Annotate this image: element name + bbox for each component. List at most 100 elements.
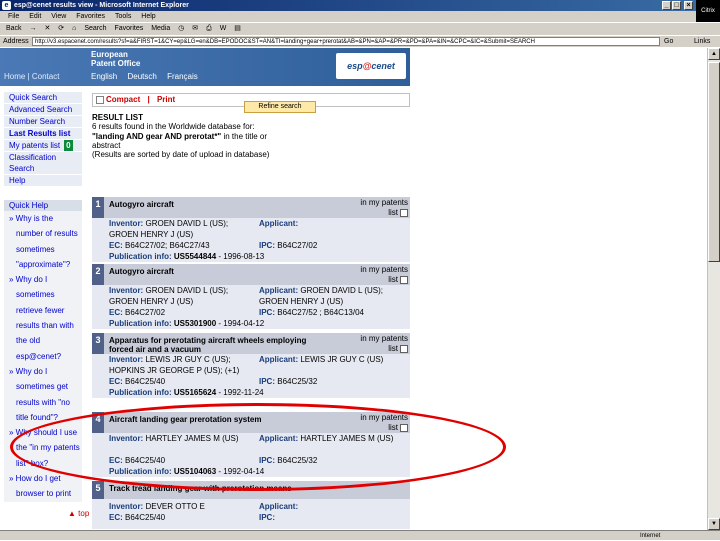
maximize-button[interactable]: □ [672,1,681,10]
page-viewport: Home | Contact European Patent Office En… [0,48,707,530]
search-button[interactable]: Search [84,25,106,32]
scroll-up-arrow-icon[interactable]: ▲ [708,48,720,60]
scroll-down-arrow-icon[interactable]: ▼ [708,518,720,530]
in-my-patents-checkbox[interactable] [400,275,408,284]
result-title-link[interactable]: Autogyro aircraft [109,267,329,276]
in-my-patents-toggle: in my patents list [340,198,408,218]
menu-edit[interactable]: Edit [29,13,41,20]
vertical-scrollbar[interactable]: ▲ ▼ [707,48,720,530]
pubinfo-label: Publication info: [109,319,172,328]
publication-number-link[interactable]: US5544844 [174,252,216,261]
address-input[interactable]: http://v3.espacenet.com/results?sf=a&FIR… [32,37,660,46]
inventor-field: Inventor: GROEN DAVID L (US); GROEN HENR… [109,285,257,307]
history-button[interactable]: ◷ [178,25,184,32]
discuss-button[interactable]: ▤ [234,25,241,32]
mail-button[interactable]: ✉ [192,25,198,32]
toolbar-separator: | [147,95,150,104]
inventor-field: Inventor: GROEN DAVID L (US); GROEN HENR… [109,218,257,240]
logo-prefix: esp [347,61,363,71]
epo-name: European Patent Office [91,50,140,68]
result-list-title: RESULT LIST [92,113,143,122]
browser-toolbar: Back → ✕ ⟳ ⌂ Search Favorites Media ◷ ✉ … [0,22,720,35]
publication-number-link[interactable]: US5301900 [174,319,216,328]
favorites-button[interactable]: Favorites [114,25,143,32]
quick-help-question[interactable]: » Why is the number of results sometimes… [8,211,82,272]
sidebar-item-classification[interactable]: Classification Search [4,152,82,175]
edit-button[interactable]: W [220,25,227,32]
menu-bar: File Edit View Favorites Tools Help [0,11,696,22]
applicant-field: Applicant: [259,501,409,512]
ipc-field: IPC: B64C25/32 [259,376,409,387]
menu-file[interactable]: File [8,13,19,20]
quick-help-question[interactable]: » Why do I sometimes retrieve fewer resu… [8,272,82,364]
top-link[interactable]: ▲ top [68,509,89,518]
home-button[interactable]: ⌂ [72,25,76,32]
lang-deutsch[interactable]: Deutsch [127,72,156,81]
result-title-link[interactable]: Apparatus for prerotating aircraft wheel… [109,336,329,354]
back-button[interactable]: Back [6,25,22,32]
sidebar-item-advanced-search[interactable]: Advanced Search [4,104,82,116]
applicant-field: Applicant: GROEN DAVID L (US); GROEN HEN… [259,285,409,307]
result-number: 3 [92,333,104,354]
ipc-value: B64C27/52 ; B64C13/04 [277,308,364,317]
sidebar-item-my-patents[interactable]: My patents list 0 [4,140,82,152]
ipc-value: B64C25/32 [277,377,318,386]
result-item-1: 1 Autogyro aircraft in my patents list In… [92,197,410,262]
menu-help[interactable]: Help [141,13,155,20]
sidebar-item-last-results[interactable]: Last Results list [4,128,82,140]
in-my-patents-checkbox[interactable] [400,344,408,353]
menu-favorites[interactable]: Favorites [76,13,105,20]
forward-button[interactable]: → [30,25,37,32]
print-link[interactable]: Print [157,95,175,104]
sidebar-item-number-search[interactable]: Number Search [4,116,82,128]
stop-button[interactable]: ✕ [44,25,50,32]
ipc-field: IPC: B64C27/02 [259,240,409,251]
ec-value: B64C27/02; B64C27/43 [125,241,210,250]
quick-help-question[interactable]: » Why do I sometimes get results with "n… [8,364,82,425]
result-number: 2 [92,264,104,285]
result-details: Inventor: GROEN DAVID L (US); GROEN HENR… [92,218,410,262]
ec-field: EC: B64C27/02 [109,307,257,318]
compact-link[interactable]: Compact [106,95,140,104]
lang-francais[interactable]: Français [167,72,198,81]
sidebar-item-help[interactable]: Help [4,175,82,187]
menu-tools[interactable]: Tools [115,13,131,20]
ipc-label: IPC: [259,513,275,522]
publication-number-link[interactable]: US5165624 [174,388,216,397]
mypat-label: in my patents [360,265,408,274]
result-count-text: 6 results found in the Worldwide databas… [92,122,255,132]
menu-view[interactable]: View [51,13,66,20]
publication-date: - 1992-11-24 [218,388,264,397]
publication-date: - 1996-08-13 [218,252,265,261]
refine-search-button[interactable]: Refine search [244,101,316,113]
result-header: 2 Autogyro aircraft in my patents list [92,264,410,285]
publication-field: Publication info: US5165624 - 1992-11-24 [109,387,409,398]
go-button[interactable]: Go [664,36,673,48]
mypat-label: in my patents [360,334,408,343]
media-button[interactable]: Media [151,25,170,32]
inventor-field: Inventor: LEWIS JR GUY C (US); HOPKINS J… [109,354,257,376]
lang-english[interactable]: English [91,72,117,81]
result-title-link[interactable]: Autogyro aircraft [109,200,329,209]
ec-label: EC: [109,308,123,317]
links-button[interactable]: Links [694,36,710,48]
my-patents-label: My patents list [9,141,61,150]
home-contact-links[interactable]: Home | Contact [4,72,59,81]
query-line: "landing AND gear AND prerotat*" in the … [92,132,297,151]
address-bar: Address http://v3.espacenet.com/results?… [0,35,720,47]
ipc-value: B64C27/02 [277,241,318,250]
print-button[interactable]: ⎙ [206,25,212,32]
result-item-3: 3 Apparatus for prerotating aircraft whe… [92,333,410,398]
sidebar-item-quick-search[interactable]: Quick Search [4,92,82,104]
refresh-button[interactable]: ⟳ [58,25,64,32]
ec-value: B64C25/40 [125,377,166,386]
citrix-logo: Citrix [696,0,720,22]
close-button[interactable]: × [684,1,693,10]
my-patents-count-badge: 0 [64,140,73,151]
applicant-value: LEWIS JR GUY C (US) [300,355,384,364]
ec-value: B64C27/02 [125,308,166,317]
in-my-patents-checkbox[interactable] [400,208,408,217]
scrollbar-thumb[interactable] [708,62,720,262]
in-my-patents-toggle: in my patents list [340,265,408,285]
minimize-button[interactable]: _ [662,1,671,10]
